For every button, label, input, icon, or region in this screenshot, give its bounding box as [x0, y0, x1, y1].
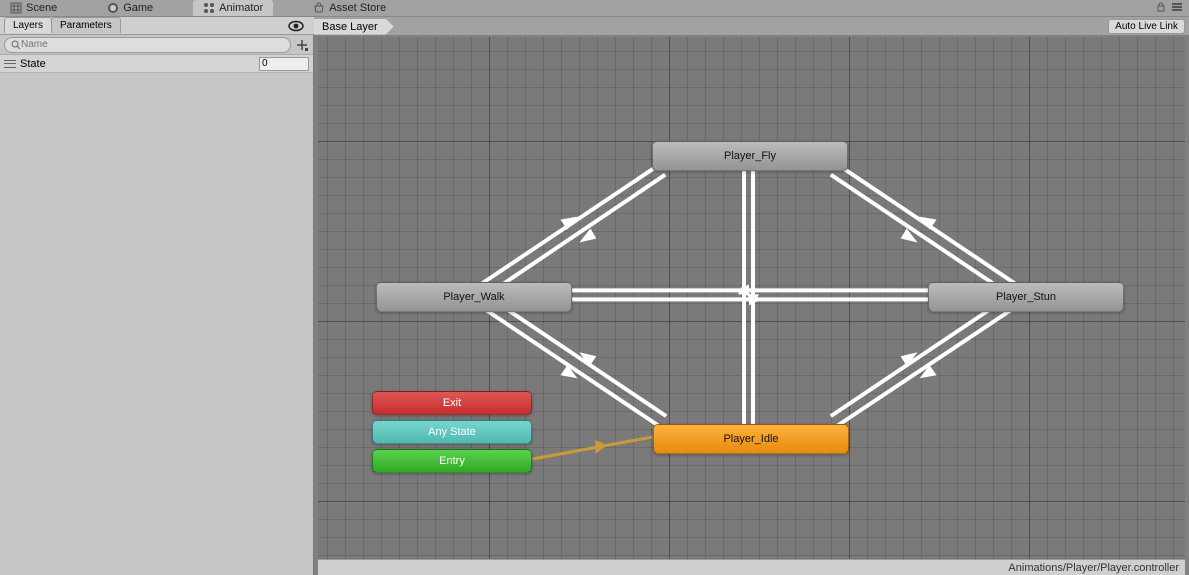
breadcrumb-base-layer[interactable]: Base Layer — [314, 19, 394, 35]
animator-icon — [203, 2, 215, 14]
tab-label: Animator — [219, 2, 263, 14]
state-node-exit[interactable]: Exit — [372, 391, 532, 415]
node-label: Any State — [428, 426, 476, 438]
parameter-value-input[interactable] — [259, 57, 309, 71]
game-icon — [107, 2, 119, 14]
parameters-panel: State — [0, 35, 314, 575]
sub-tab-layers[interactable]: Layers — [4, 17, 52, 33]
tab-game[interactable]: Game — [97, 0, 163, 16]
add-parameter-icon[interactable] — [295, 38, 309, 52]
parameter-search-row — [0, 35, 313, 55]
status-bar: Animations/Player/Player.controller — [318, 559, 1185, 575]
tab-label: Asset Store — [329, 2, 386, 14]
auto-live-link-button[interactable]: Auto Live Link — [1108, 19, 1185, 34]
node-label: Player_Walk — [443, 291, 504, 303]
parameter-search[interactable] — [4, 37, 291, 53]
state-node-player-stun[interactable]: Player_Stun — [928, 282, 1124, 312]
breadcrumb-bar: Base Layer Auto Live Link — [314, 17, 1189, 35]
scene-icon — [10, 2, 22, 14]
state-node-any-state[interactable]: Any State — [372, 420, 532, 444]
node-label: Exit — [443, 397, 461, 409]
status-path: Animations/Player/Player.controller — [1008, 562, 1179, 574]
state-node-player-walk[interactable]: Player_Walk — [376, 282, 572, 312]
search-icon — [11, 40, 21, 50]
node-label: Entry — [439, 455, 465, 467]
tab-animator[interactable]: Animator — [193, 0, 273, 16]
state-node-player-idle[interactable]: Player_Idle — [653, 424, 849, 454]
sub-tab-parameters[interactable]: Parameters — [51, 17, 121, 33]
asset-store-icon — [313, 2, 325, 14]
node-label: Player_Idle — [723, 433, 778, 445]
node-label: Player_Fly — [724, 150, 776, 162]
visibility-icon[interactable] — [288, 20, 304, 32]
tab-label: Game — [123, 2, 153, 14]
animator-graph[interactable]: Player_Fly Player_Walk Player_Stun Playe… — [318, 37, 1185, 559]
state-node-player-fly[interactable]: Player_Fly — [652, 141, 848, 171]
tab-asset-store[interactable]: Asset Store — [303, 0, 396, 16]
sub-toolbar: Layers Parameters Base Layer Auto Live L… — [0, 17, 1189, 35]
search-input[interactable] — [21, 39, 284, 50]
lock-icon[interactable] — [1155, 1, 1167, 13]
parameter-name: State — [20, 58, 259, 70]
parameter-row[interactable]: State — [0, 55, 313, 73]
drag-handle-icon[interactable] — [4, 60, 16, 68]
state-node-entry[interactable]: Entry — [372, 449, 532, 473]
tab-label: Scene — [26, 2, 57, 14]
node-label: Player_Stun — [996, 291, 1056, 303]
panel-menu-icon[interactable] — [1171, 1, 1183, 13]
tab-scene[interactable]: Scene — [0, 0, 67, 16]
main-tab-bar: Scene Game Animator Asset Store — [0, 0, 1189, 17]
